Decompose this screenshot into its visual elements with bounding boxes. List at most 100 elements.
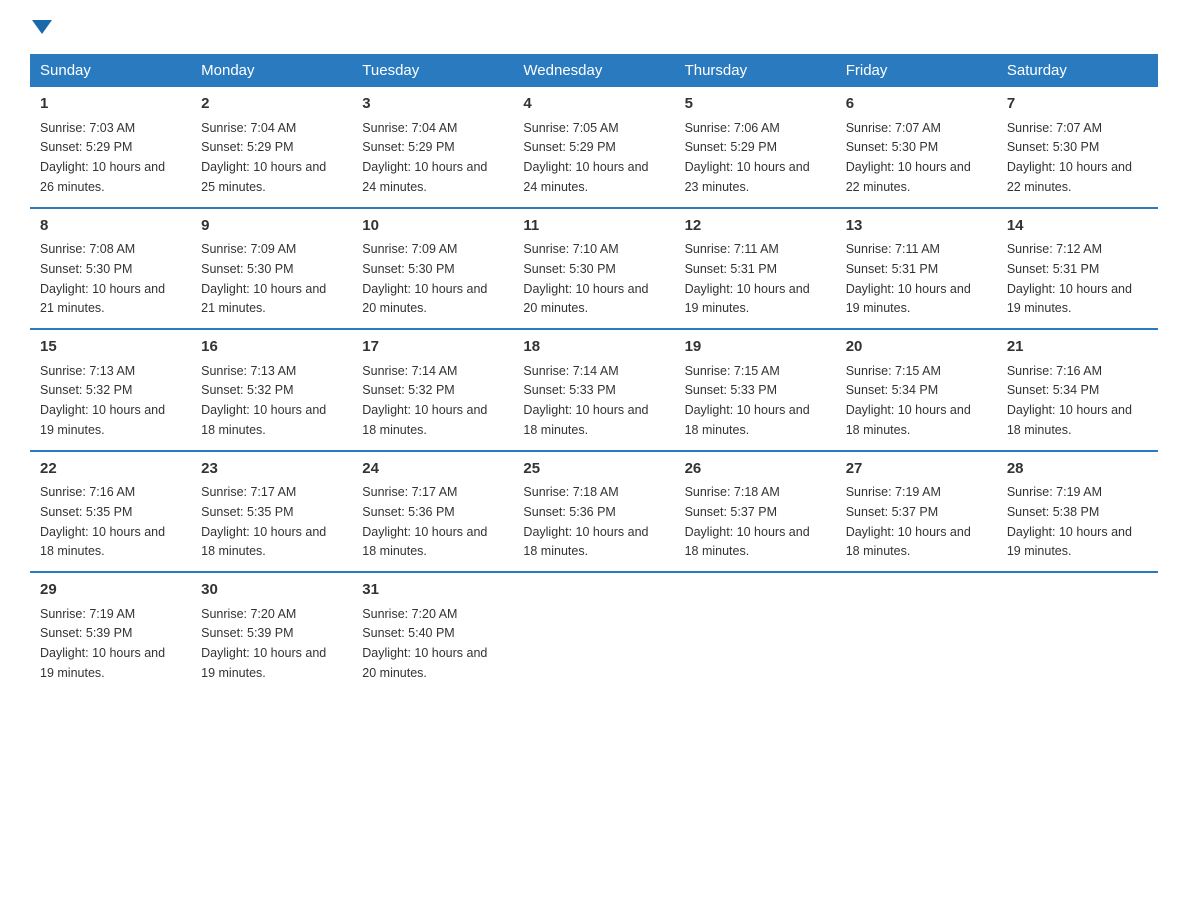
day-number: 9 <box>201 215 342 238</box>
day-sunrise: Sunrise: 7:19 AM <box>1007 485 1102 499</box>
day-sunrise: Sunrise: 7:19 AM <box>846 485 941 499</box>
day-daylight: Daylight: 10 hours and 25 minutes. <box>201 160 326 194</box>
day-sunset: Sunset: 5:33 PM <box>523 383 615 397</box>
calendar-cell: 24Sunrise: 7:17 AMSunset: 5:36 PMDayligh… <box>352 451 513 573</box>
day-sunset: Sunset: 5:29 PM <box>685 140 777 154</box>
calendar-cell: 8Sunrise: 7:08 AMSunset: 5:30 PMDaylight… <box>30 208 191 330</box>
day-daylight: Daylight: 10 hours and 22 minutes. <box>846 160 971 194</box>
day-daylight: Daylight: 10 hours and 18 minutes. <box>362 525 487 559</box>
calendar-cell: 17Sunrise: 7:14 AMSunset: 5:32 PMDayligh… <box>352 329 513 451</box>
calendar-cell: 18Sunrise: 7:14 AMSunset: 5:33 PMDayligh… <box>513 329 674 451</box>
day-sunrise: Sunrise: 7:20 AM <box>362 607 457 621</box>
day-number: 25 <box>523 458 664 481</box>
day-daylight: Daylight: 10 hours and 23 minutes. <box>685 160 810 194</box>
day-sunrise: Sunrise: 7:14 AM <box>362 364 457 378</box>
day-sunrise: Sunrise: 7:13 AM <box>201 364 296 378</box>
calendar-cell: 11Sunrise: 7:10 AMSunset: 5:30 PMDayligh… <box>513 208 674 330</box>
day-number: 20 <box>846 336 987 359</box>
day-sunrise: Sunrise: 7:18 AM <box>685 485 780 499</box>
calendar-cell: 9Sunrise: 7:09 AMSunset: 5:30 PMDaylight… <box>191 208 352 330</box>
day-sunset: Sunset: 5:36 PM <box>523 505 615 519</box>
day-sunrise: Sunrise: 7:12 AM <box>1007 242 1102 256</box>
calendar-week-row: 15 Sunrise: 7:13 AM Sunset: 5:32 PM Dayligh… <box>30 329 1158 451</box>
calendar-cell: 28Sunrise: 7:19 AMSunset: 5:38 PMDayligh… <box>997 451 1158 573</box>
calendar-cell: 13Sunrise: 7:11 AMSunset: 5:31 PMDayligh… <box>836 208 997 330</box>
calendar-cell: 30Sunrise: 7:20 AMSunset: 5:39 PMDayligh… <box>191 572 352 693</box>
calendar-week-row: 29Sunrise: 7:19 AMSunset: 5:39 PMDayligh… <box>30 572 1158 693</box>
day-daylight: Daylight: 10 hours and 18 minutes. <box>846 403 971 437</box>
day-daylight: Daylight: 10 hours and 18 minutes. <box>685 403 810 437</box>
day-sunset: Sunset: 5:34 PM <box>846 383 938 397</box>
day-sunrise: Sunrise: 7:16 AM <box>40 485 135 499</box>
header-tuesday: Tuesday <box>352 54 513 87</box>
day-sunset: Sunset: 5:30 PM <box>846 140 938 154</box>
header-sunday: Sunday <box>30 54 191 87</box>
day-sunset: Sunset: 5:35 PM <box>40 505 132 519</box>
day-daylight: Daylight: 10 hours and 24 minutes. <box>523 160 648 194</box>
calendar-week-row: 22Sunrise: 7:16 AMSunset: 5:35 PMDayligh… <box>30 451 1158 573</box>
day-sunset: Sunset: 5:31 PM <box>1007 262 1099 276</box>
day-sunrise: Sunrise: 7:14 AM <box>523 364 618 378</box>
header-friday: Friday <box>836 54 997 87</box>
day-sunset: Sunset: 5:38 PM <box>1007 505 1099 519</box>
calendar-cell <box>836 572 997 693</box>
day-number: 1 <box>40 93 181 116</box>
day-number: 14 <box>1007 215 1148 238</box>
day-sunrise: Sunrise: 7:13 AM <box>40 364 135 378</box>
calendar-cell: 6Sunrise: 7:07 AMSunset: 5:30 PMDaylight… <box>836 87 997 208</box>
day-daylight: Daylight: 10 hours and 19 minutes. <box>846 282 971 316</box>
day-daylight: Daylight: 10 hours and 21 minutes. <box>40 282 165 316</box>
header-saturday: Saturday <box>997 54 1158 87</box>
logo <box>30 20 52 34</box>
day-sunrise: Sunrise: 7:05 AM <box>523 121 618 135</box>
calendar-cell: 31Sunrise: 7:20 AMSunset: 5:40 PMDayligh… <box>352 572 513 693</box>
day-sunrise: Sunrise: 7:07 AM <box>1007 121 1102 135</box>
day-sunset: Sunset: 5:33 PM <box>685 383 777 397</box>
calendar-cell: 19Sunrise: 7:15 AMSunset: 5:33 PMDayligh… <box>675 329 836 451</box>
day-number: 24 <box>362 458 503 481</box>
day-sunset: Sunset: 5:30 PM <box>362 262 454 276</box>
calendar-cell: 16Sunrise: 7:13 AMSunset: 5:32 PMDayligh… <box>191 329 352 451</box>
calendar-cell: 15Sunrise: 7:13 AMSunset: 5:32 PMDayligh… <box>30 329 191 451</box>
day-daylight: Daylight: 10 hours and 19 minutes. <box>40 646 165 680</box>
day-number: 11 <box>523 215 664 238</box>
day-daylight: Daylight: 10 hours and 19 minutes. <box>1007 282 1132 316</box>
calendar-cell: 1Sunrise: 7:03 AMSunset: 5:29 PMDaylight… <box>30 87 191 208</box>
day-number: 5 <box>685 93 826 116</box>
day-sunrise: Sunrise: 7:11 AM <box>846 242 940 256</box>
day-sunrise: Sunrise: 7:09 AM <box>362 242 457 256</box>
day-daylight: Daylight: 10 hours and 18 minutes. <box>846 525 971 559</box>
day-sunset: Sunset: 5:32 PM <box>201 383 293 397</box>
calendar-cell: 23Sunrise: 7:17 AMSunset: 5:35 PMDayligh… <box>191 451 352 573</box>
calendar-week-row: 8Sunrise: 7:08 AMSunset: 5:30 PMDaylight… <box>30 208 1158 330</box>
day-sunrise: Sunrise: 7:18 AM <box>523 485 618 499</box>
day-sunrise: Sunrise: 7:16 AM <box>1007 364 1102 378</box>
day-sunrise: Sunrise: 7:15 AM <box>846 364 941 378</box>
day-sunrise: Sunrise: 7:19 AM <box>40 607 135 621</box>
day-sunrise: Sunrise: 7:09 AM <box>201 242 296 256</box>
day-sunset: Sunset: 5:32 PM <box>362 383 454 397</box>
day-number: 30 <box>201 579 342 602</box>
day-number: 17 <box>362 336 503 359</box>
day-sunset: Sunset: 5:37 PM <box>685 505 777 519</box>
day-daylight: Daylight: 10 hours and 18 minutes. <box>1007 403 1132 437</box>
day-sunset: Sunset: 5:29 PM <box>362 140 454 154</box>
day-number: 19 <box>685 336 826 359</box>
calendar-cell: 2Sunrise: 7:04 AMSunset: 5:29 PMDaylight… <box>191 87 352 208</box>
day-sunrise: Sunrise: 7:04 AM <box>201 121 296 135</box>
calendar-cell: 29Sunrise: 7:19 AMSunset: 5:39 PMDayligh… <box>30 572 191 693</box>
day-number: 15 <box>40 336 181 359</box>
day-sunset: Sunset: 5:30 PM <box>201 262 293 276</box>
header-wednesday: Wednesday <box>513 54 674 87</box>
day-sunset: Sunset: 5:35 PM <box>201 505 293 519</box>
day-sunset: Sunset: 5:31 PM <box>685 262 777 276</box>
day-number: 21 <box>1007 336 1148 359</box>
day-sunset: Sunset: 5:30 PM <box>1007 140 1099 154</box>
page-header <box>30 20 1158 34</box>
calendar-cell <box>513 572 674 693</box>
calendar-cell: 12Sunrise: 7:11 AMSunset: 5:31 PMDayligh… <box>675 208 836 330</box>
day-sunset: Sunset: 5:36 PM <box>362 505 454 519</box>
calendar-cell: 10Sunrise: 7:09 AMSunset: 5:30 PMDayligh… <box>352 208 513 330</box>
day-sunset: Sunset: 5:40 PM <box>362 626 454 640</box>
day-daylight: Daylight: 10 hours and 18 minutes. <box>523 403 648 437</box>
